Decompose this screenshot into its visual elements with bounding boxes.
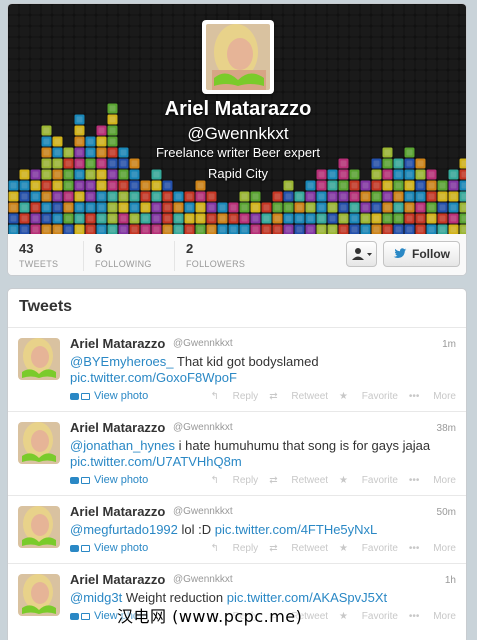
tweet-author-handle[interactable]: @Gwennkkxt [173, 506, 233, 517]
favorite-action[interactable]: ★ Favorite [339, 543, 398, 554]
retweet-action[interactable]: ⇄ Retweet [269, 543, 328, 554]
twitter-bird-icon [393, 248, 407, 258]
favorite-action[interactable]: ★ Favorite [339, 391, 398, 402]
tweet-item[interactable]: Ariel Matarazzo @Gwennkkxt 1h @midg3t We… [8, 564, 466, 640]
tweet-pic-link[interactable]: pic.twitter.com/4FTHe5yNxL [215, 522, 378, 537]
tweets-heading: Tweets [8, 289, 466, 328]
view-photo-link[interactable]: View photo [70, 542, 148, 554]
stat-label: FOLLOWERS [186, 259, 246, 269]
stat-tweets[interactable]: 43 TWEETS [8, 241, 84, 271]
tweet-actions: ↰ Reply ⇄ Retweet ★ Favorite ••• More [199, 391, 456, 402]
tweets-panel: Tweets Ariel Matarazzo @Gwennkkxt 1m @BY… [7, 288, 467, 640]
profile-avatar[interactable] [202, 20, 274, 94]
tweet-body: i hate humuhumu that song is for gays ja… [175, 438, 431, 453]
retweet-action[interactable]: ⇄ Retweet [269, 391, 328, 402]
profile-header-banner: Ariel Matarazzo @Gwennkkxt Freelance wri… [8, 4, 466, 234]
view-photo-link[interactable]: View photo [70, 390, 148, 402]
site-watermark: 汉电网 (www.pcpc.me) [117, 607, 303, 626]
stat-count: 6 [95, 241, 103, 256]
more-action[interactable]: ••• More [409, 475, 456, 486]
profile-location: Rapid City [208, 166, 268, 181]
tweet-mention-link[interactable]: @megfurtado1992 [70, 522, 178, 537]
tweet-author-name[interactable]: Ariel Matarazzo [70, 572, 165, 587]
more-action[interactable]: ••• More [409, 391, 456, 402]
tweet-item[interactable]: Ariel Matarazzo @Gwennkkxt 1m @BYEmyhero… [8, 328, 466, 412]
favorite-action[interactable]: ★ Favorite [339, 475, 398, 486]
tweet-text: @BYEmyheroes_ That kid got bodyslamed pi… [70, 354, 455, 386]
photo-icon [81, 392, 90, 400]
stat-count: 43 [19, 241, 34, 256]
profile-stats-bar: 43 TWEETS 6 FOLLOWING 2 FOLLOWERS Follow [8, 234, 466, 275]
tweet-avatar[interactable] [18, 338, 60, 380]
tweet-timestamp[interactable]: 1m [442, 339, 456, 350]
photo-icon [81, 612, 90, 620]
reply-action[interactable]: ↰ Reply [210, 475, 258, 486]
comment-icon [70, 392, 79, 400]
stat-followers[interactable]: 2 FOLLOWERS [174, 241, 270, 271]
tweet-body: lol :D [177, 522, 215, 537]
comment-icon [70, 476, 79, 484]
tweet-mention-link[interactable]: @midg3t [70, 590, 122, 605]
retweet-action[interactable]: ⇄ Retweet [269, 475, 328, 486]
stat-label: FOLLOWING [95, 259, 152, 269]
more-action[interactable]: ••• More [409, 543, 456, 554]
profile-card: Ariel Matarazzo @Gwennkkxt Freelance wri… [7, 3, 467, 276]
tweet-avatar[interactable] [18, 574, 60, 616]
tweet-avatar[interactable] [18, 506, 60, 548]
tweet-mention-link[interactable]: @jonathan_hynes [70, 438, 175, 453]
user-dropdown-icon [351, 248, 372, 261]
tweet-item[interactable]: Ariel Matarazzo @Gwennkkxt 50m @megfurta… [8, 496, 466, 564]
follow-button[interactable]: Follow [383, 241, 460, 267]
tweet-actions: ↰ Reply ⇄ Retweet ★ Favorite ••• More [199, 543, 456, 554]
comment-icon [70, 544, 79, 552]
tweet-author-name[interactable]: Ariel Matarazzo [70, 420, 165, 435]
avatar-photo [206, 24, 270, 90]
tweet-author-handle[interactable]: @Gwennkkxt [173, 574, 233, 585]
stat-following[interactable]: 6 FOLLOWING [83, 241, 174, 271]
tweet-author-handle[interactable]: @Gwennkkxt [173, 422, 233, 433]
reply-action[interactable]: ↰ Reply [210, 543, 258, 554]
tweet-author-name[interactable]: Ariel Matarazzo [70, 336, 165, 351]
tweet-item[interactable]: Ariel Matarazzo @Gwennkkxt 38m @jonathan… [8, 412, 466, 496]
tweet-text: @megfurtado1992 lol :D pic.twitter.com/4… [70, 522, 455, 538]
more-action[interactable]: ••• More [409, 611, 456, 622]
tweet-text: @jonathan_hynes i hate humuhumu that son… [70, 438, 455, 470]
tweet-avatar[interactable] [18, 422, 60, 464]
tweet-timestamp[interactable]: 1h [445, 575, 456, 586]
tweet-author-name[interactable]: Ariel Matarazzo [70, 504, 165, 519]
tweet-pic-link[interactable]: pic.twitter.com/GoxoF8WpoF [70, 370, 237, 385]
tweet-actions: ↰ Reply ⇄ Retweet ★ Favorite ••• More [199, 475, 456, 486]
tweet-body: That kid got bodyslamed [173, 354, 319, 369]
comment-icon [70, 612, 79, 620]
tweet-timestamp[interactable]: 50m [437, 507, 456, 518]
view-photo-link[interactable]: View photo [70, 474, 148, 486]
stat-count: 2 [186, 241, 194, 256]
tweet-timestamp[interactable]: 38m [437, 423, 456, 434]
profile-name: Ariel Matarazzo [164, 98, 312, 120]
tweet-author-handle[interactable]: @Gwennkkxt [173, 338, 233, 349]
reply-action[interactable]: ↰ Reply [210, 391, 258, 402]
profile-handle: @Gwennkkxt [187, 124, 289, 143]
photo-icon [81, 544, 90, 552]
user-actions-dropdown-button[interactable] [346, 241, 377, 267]
follow-label: Follow [412, 247, 450, 261]
tweet-mention-link[interactable]: @BYEmyheroes_ [70, 354, 174, 369]
stat-label: TWEETS [19, 259, 59, 269]
tweet-pic-link[interactable]: pic.twitter.com/U7ATVHhQ8m [70, 454, 242, 469]
profile-bio: Freelance writer Beer expert [155, 145, 320, 160]
favorite-action[interactable]: ★ Favorite [339, 611, 398, 622]
photo-icon [81, 476, 90, 484]
